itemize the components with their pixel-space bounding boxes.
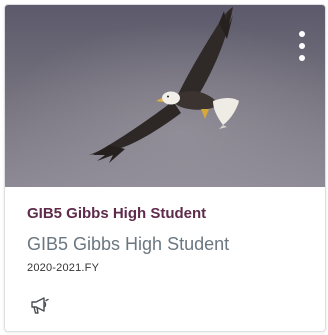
kebab-dot-icon — [299, 43, 305, 49]
announcements-button[interactable] — [27, 292, 53, 318]
course-subtitle: GIB5 Gibbs High Student — [27, 234, 230, 254]
megaphone-icon — [31, 297, 49, 314]
bald-eagle-image — [5, 5, 325, 187]
kebab-dot-icon — [299, 31, 305, 37]
course-title-link[interactable]: GIB5 Gibbs High Student — [27, 205, 206, 222]
kebab-dot-icon — [299, 55, 305, 61]
card-options-menu-button[interactable] — [295, 31, 309, 61]
course-term: 2020-2021.FY — [27, 262, 100, 274]
course-card-image[interactable] — [5, 5, 325, 187]
course-card: GIB5 Gibbs High Student GIB5 Gibbs High … — [4, 4, 326, 332]
